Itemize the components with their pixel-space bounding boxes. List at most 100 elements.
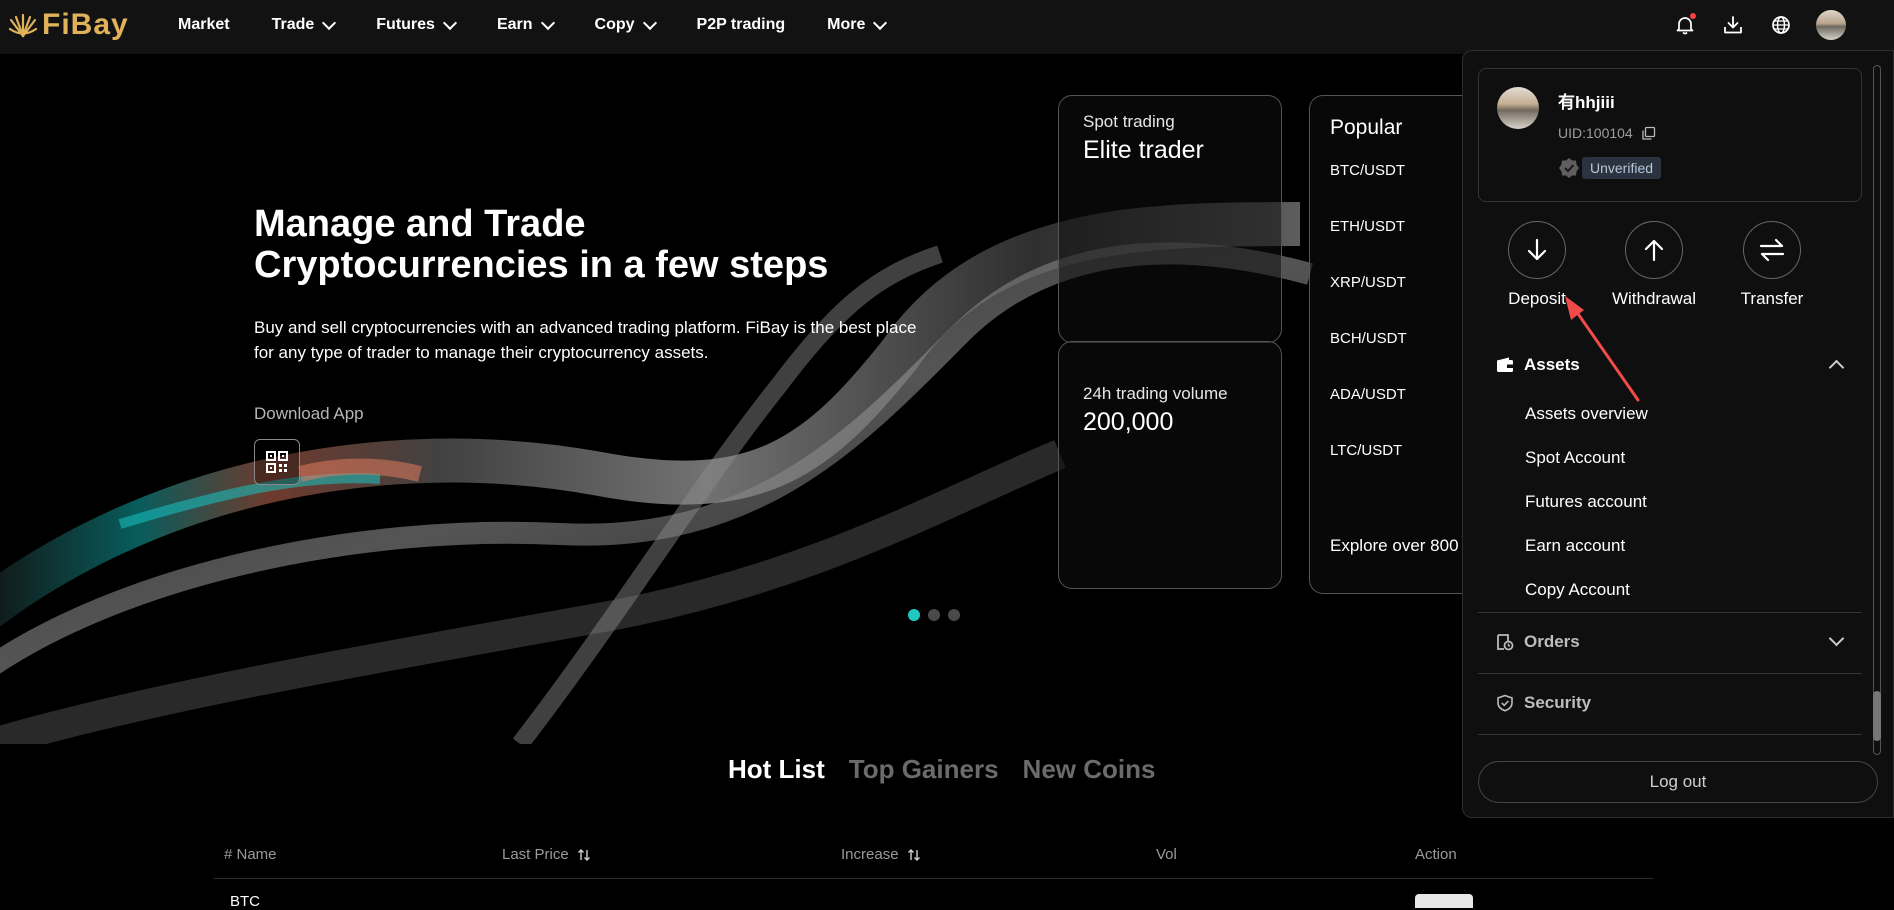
chevron-down-icon	[540, 15, 555, 30]
scrollbar-thumb[interactable]	[1873, 691, 1881, 741]
nav-market-label: Market	[178, 16, 230, 33]
tab-hot-list[interactable]: Hot List	[728, 754, 825, 785]
hero-subtitle: Buy and sell cryptocurrencies with an ad…	[254, 315, 954, 365]
uid-row: UID:100104	[1558, 125, 1656, 141]
fibay-logo[interactable]: FiBay	[8, 8, 129, 42]
market-list-tabs: Hot List Top Gainers New Coins	[728, 754, 1155, 785]
hero-subtitle-line-1: Buy and sell cryptocurrencies with an ad…	[254, 318, 917, 337]
column-name-label: # Name	[224, 846, 277, 863]
hero-title-line-2: Cryptocurrencies in a few steps	[254, 244, 829, 286]
notification-button[interactable]	[1672, 12, 1698, 38]
tab-new-coins[interactable]: New Coins	[1023, 754, 1156, 785]
menu-item-assets-overview[interactable]: Assets overview	[1478, 392, 1862, 436]
nav-market[interactable]: Market	[178, 16, 230, 34]
transfer-button[interactable]: Transfer	[1722, 221, 1822, 309]
transfer-icon	[1759, 238, 1785, 262]
hero-title: Manage and Trade Cryptocurrencies in a f…	[254, 204, 954, 286]
nav-trade-label: Trade	[271, 16, 315, 33]
chevron-down-icon	[642, 15, 657, 30]
logo-mark-icon	[8, 13, 38, 38]
carousel-dot[interactable]	[948, 609, 960, 621]
explore-link[interactable]: Explore over 800	[1330, 536, 1459, 556]
logout-button[interactable]: Log out	[1478, 761, 1878, 803]
account-dropdown: 有hhjiii UID:100104 Unverified Deposit Wi…	[1462, 50, 1894, 818]
nav-p2p[interactable]: P2P trading	[697, 16, 786, 34]
uid-text: UID:100104	[1558, 125, 1633, 141]
column-increase[interactable]: Increase	[841, 846, 921, 863]
popular-pair[interactable]: ADA/USDT	[1330, 386, 1406, 403]
chevron-down-icon	[873, 15, 888, 30]
column-vol: Vol	[1156, 846, 1177, 863]
nav-more-label: More	[827, 16, 866, 33]
language-button[interactable]	[1768, 12, 1794, 38]
avatar	[1497, 87, 1539, 129]
deposit-label: Deposit	[1508, 289, 1566, 308]
column-action-label: Action	[1415, 846, 1457, 863]
popular-pair[interactable]: BCH/USDT	[1330, 330, 1407, 347]
transfer-label: Transfer	[1740, 289, 1804, 308]
trade-button[interactable]	[1415, 894, 1473, 908]
tab-top-gainers[interactable]: Top Gainers	[849, 754, 999, 785]
volume-label: 24h trading volume	[1083, 384, 1228, 403]
nav-copy[interactable]: Copy	[595, 15, 657, 34]
assets-section: Assets Assets overview Spot Account Futu…	[1478, 350, 1862, 612]
orders-section: Orders	[1478, 627, 1862, 657]
popular-pair[interactable]: XRP/USDT	[1330, 274, 1406, 291]
sort-icon	[907, 848, 920, 861]
download-icon	[1724, 16, 1742, 34]
popular-pair[interactable]: BTC/USDT	[1330, 162, 1405, 179]
orders-icon	[1497, 634, 1514, 651]
security-link[interactable]: Security	[1478, 688, 1862, 718]
withdrawal-button[interactable]: Withdrawal	[1604, 221, 1704, 309]
popular-title: Popular	[1330, 116, 1403, 139]
top-nav: FiBay Market Trade Futures Earn Copy P2P…	[0, 0, 1894, 54]
verification-status[interactable]: Unverified	[1558, 157, 1662, 179]
assets-toggle[interactable]: Assets	[1478, 350, 1862, 380]
carousel-dot[interactable]	[908, 609, 920, 621]
menu-item-spot-account[interactable]: Spot Account	[1478, 436, 1862, 480]
assets-submenu: Assets overview Spot Account Futures acc…	[1478, 392, 1862, 612]
column-last-price-label: Last Price	[502, 846, 569, 863]
nav-trade[interactable]: Trade	[271, 15, 337, 34]
qr-code-button[interactable]	[254, 439, 300, 485]
market-table-header: # Name Last Price Increase Vol Action	[214, 838, 1654, 879]
table-row-name: BTC	[230, 893, 260, 910]
volume-value: 200,000	[1083, 408, 1174, 436]
column-last-price[interactable]: Last Price	[502, 846, 591, 863]
popular-pair[interactable]: ETH/USDT	[1330, 218, 1405, 235]
chevron-up-icon	[1828, 359, 1845, 376]
carousel-dots	[908, 609, 960, 621]
chevron-down-icon	[442, 15, 458, 30]
transfer-circle	[1743, 221, 1801, 279]
menu-item-copy-account[interactable]: Copy Account	[1478, 568, 1862, 612]
divider	[1478, 612, 1862, 613]
popular-pair[interactable]: LTC/USDT	[1330, 442, 1402, 459]
carousel-dot[interactable]	[928, 609, 940, 621]
menu-item-earn-account[interactable]: Earn account	[1478, 524, 1862, 568]
nav-futures[interactable]: Futures	[376, 15, 458, 34]
scrollbar-track[interactable]	[1873, 65, 1881, 755]
divider	[1478, 673, 1862, 674]
spot-trading-label: Spot trading	[1083, 112, 1175, 131]
deposit-button[interactable]: Deposit	[1487, 221, 1587, 309]
security-section: Security	[1478, 688, 1862, 718]
column-increase-label: Increase	[841, 846, 899, 863]
shield-icon	[1497, 694, 1513, 712]
popular-card: Popular BTC/USDT ETH/USDT XRP/USDT BCH/U…	[1309, 95, 1479, 594]
globe-icon	[1772, 16, 1790, 34]
nav-earn[interactable]: Earn	[496, 15, 555, 34]
assets-label: Assets	[1524, 355, 1580, 374]
menu-item-futures-account[interactable]: Futures account	[1478, 480, 1862, 524]
column-action: Action	[1415, 846, 1457, 863]
download-button[interactable]	[1720, 12, 1746, 38]
brand-name: FiBay	[42, 8, 129, 41]
orders-toggle[interactable]: Orders	[1478, 627, 1862, 657]
wallet-icon	[1497, 357, 1513, 372]
copy-icon[interactable]	[1641, 126, 1656, 141]
user-avatar-button[interactable]	[1816, 10, 1846, 40]
notification-dot	[1690, 13, 1696, 19]
nav-more[interactable]: More	[827, 15, 888, 34]
arrow-down-icon	[1527, 238, 1547, 261]
chevron-down-icon	[322, 15, 337, 30]
nav-earn-label: Earn	[496, 16, 533, 33]
